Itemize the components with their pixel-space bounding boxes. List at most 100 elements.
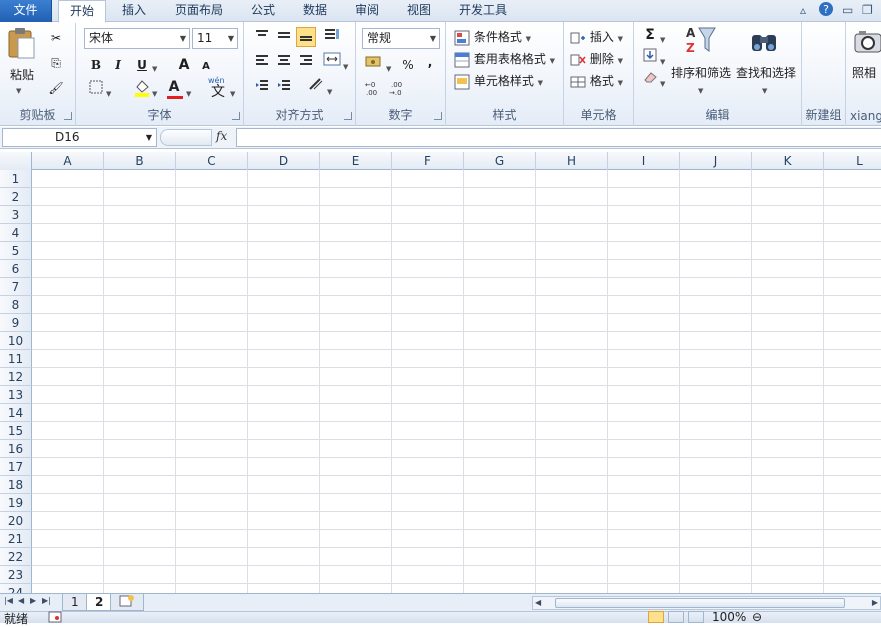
copy-icon[interactable]: ⎘ (46, 53, 66, 73)
cut-icon[interactable]: ✂ (46, 28, 66, 48)
row-header[interactable]: 11 (0, 350, 32, 368)
row-header[interactable]: 15 (0, 422, 32, 440)
row-header[interactable]: 3 (0, 206, 32, 224)
autosum-dropdown-icon[interactable]: ▼ (660, 31, 665, 45)
insert-sheet-button[interactable] (110, 594, 144, 611)
macro-record-icon[interactable] (48, 611, 62, 626)
align-left-icon[interactable] (252, 52, 272, 72)
row-header[interactable]: 14 (0, 404, 32, 422)
shrink-font-button[interactable]: A (196, 57, 216, 77)
tab-review[interactable]: 审阅 (346, 0, 388, 22)
align-right-icon[interactable] (296, 52, 316, 72)
clear-icon[interactable] (640, 70, 660, 90)
increase-indent-icon[interactable] (274, 77, 294, 97)
sheet-tab[interactable]: 1 (62, 594, 88, 611)
font-name-select[interactable]: 宋体 ▼ (84, 28, 190, 49)
bold-button[interactable]: B (86, 55, 106, 75)
row-header[interactable]: 10 (0, 332, 32, 350)
help-icon[interactable]: ? (818, 1, 834, 17)
row-header[interactable]: 5 (0, 242, 32, 260)
delete-cells-button[interactable]: 删除 ▼ (570, 50, 623, 67)
paste-dropdown-icon[interactable]: ▼ (16, 82, 21, 96)
font-size-select[interactable]: 11 ▼ (192, 28, 238, 49)
page-break-view-icon[interactable] (688, 611, 704, 623)
font-color-button[interactable]: A (164, 77, 184, 97)
grow-font-button[interactable]: A (174, 55, 194, 75)
column-header[interactable]: C (176, 152, 248, 170)
page-layout-view-icon[interactable] (668, 611, 684, 623)
last-sheet-icon[interactable]: ▶| (42, 596, 51, 605)
column-header[interactable]: J (680, 152, 752, 170)
column-header[interactable]: A (32, 152, 104, 170)
accounting-dropdown-icon[interactable]: ▼ (386, 60, 391, 74)
row-header[interactable]: 21 (0, 530, 32, 548)
clipboard-launcher-icon[interactable] (64, 112, 72, 120)
column-header[interactable]: F (392, 152, 464, 170)
name-box[interactable]: D16 ▼ (2, 128, 157, 147)
row-header[interactable]: 9 (0, 314, 32, 332)
minimize-ribbon-icon[interactable]: ▵ (800, 3, 806, 19)
find-select-dropdown-icon[interactable]: ▼ (762, 82, 767, 96)
row-header[interactable]: 19 (0, 494, 32, 512)
cell-area[interactable] (32, 170, 881, 593)
conditional-formatting-button[interactable]: 条件格式 ▼ (454, 28, 531, 46)
row-header[interactable]: 2 (0, 188, 32, 206)
tab-file[interactable]: 文件 (0, 0, 52, 22)
decrease-indent-icon[interactable] (252, 77, 272, 97)
prev-sheet-icon[interactable]: ◀ (18, 596, 24, 605)
comma-style-button[interactable]: , (420, 52, 440, 72)
scroll-thumb[interactable] (555, 598, 845, 608)
align-bottom-icon[interactable] (296, 27, 316, 47)
borders-icon[interactable] (86, 80, 106, 100)
formula-bar-expand-handle[interactable] (160, 129, 212, 146)
horizontal-scrollbar[interactable]: ◀ ▶ (532, 596, 881, 610)
font-color-dropdown-icon[interactable]: ▼ (186, 85, 191, 99)
tab-insert[interactable]: 插入 (112, 0, 156, 22)
autosum-button[interactable]: Σ (640, 25, 660, 45)
zoom-level[interactable]: 100% (712, 610, 746, 624)
row-header[interactable]: 16 (0, 440, 32, 458)
format-painter-icon[interactable]: 🖌 (46, 78, 66, 98)
fill-color-dropdown-icon[interactable]: ▼ (152, 85, 157, 99)
borders-dropdown-icon[interactable]: ▼ (106, 85, 111, 99)
tab-developer[interactable]: 开发工具 (450, 0, 516, 22)
row-header[interactable]: 12 (0, 368, 32, 386)
window-minimize-icon[interactable]: ▭ (842, 3, 853, 19)
tab-view[interactable]: 视图 (398, 0, 440, 22)
row-header[interactable]: 24 (0, 584, 32, 593)
window-restore-icon[interactable]: ❐ (862, 3, 873, 19)
format-cells-button[interactable]: 格式 ▼ (570, 72, 623, 89)
phonetic-dropdown-icon[interactable]: ▼ (230, 85, 235, 99)
first-sheet-icon[interactable]: |◀ (4, 596, 13, 605)
sheet-tab-active[interactable]: 2 (86, 594, 113, 611)
scroll-right-icon[interactable]: ▶ (872, 598, 878, 607)
insert-cells-button[interactable]: 插入 ▼ (570, 28, 623, 45)
align-center-icon[interactable] (274, 52, 294, 72)
number-format-select[interactable]: 常规 ▼ (362, 28, 440, 49)
formula-input[interactable] (236, 128, 881, 147)
merge-dropdown-icon[interactable]: ▼ (343, 58, 348, 72)
font-launcher-icon[interactable] (232, 112, 240, 120)
row-header[interactable]: 8 (0, 296, 32, 314)
row-header[interactable]: 17 (0, 458, 32, 476)
row-header[interactable]: 1 (0, 170, 32, 188)
row-header[interactable]: 22 (0, 548, 32, 566)
accounting-format-icon[interactable] (364, 54, 384, 74)
fill-dropdown-icon[interactable]: ▼ (660, 53, 665, 67)
tab-home[interactable]: 开始 (58, 0, 106, 23)
decrease-decimal-icon[interactable]: .00 →.0 (388, 79, 408, 99)
row-header[interactable]: 7 (0, 278, 32, 296)
column-header[interactable]: B (104, 152, 176, 170)
wrap-text-icon[interactable] (306, 77, 326, 97)
percent-button[interactable]: % (398, 55, 418, 75)
number-launcher-icon[interactable] (434, 112, 442, 120)
column-header[interactable]: D (248, 152, 320, 170)
cell-styles-button[interactable]: 单元格样式 ▼ (454, 72, 543, 90)
column-header[interactable]: E (320, 152, 392, 170)
insert-function-icon[interactable]: fx (216, 129, 227, 143)
alignment-launcher-icon[interactable] (344, 112, 352, 120)
column-header[interactable]: G (464, 152, 536, 170)
scroll-left-icon[interactable]: ◀ (535, 598, 541, 607)
underline-dropdown-icon[interactable]: ▼ (152, 60, 157, 74)
column-header[interactable]: H (536, 152, 608, 170)
